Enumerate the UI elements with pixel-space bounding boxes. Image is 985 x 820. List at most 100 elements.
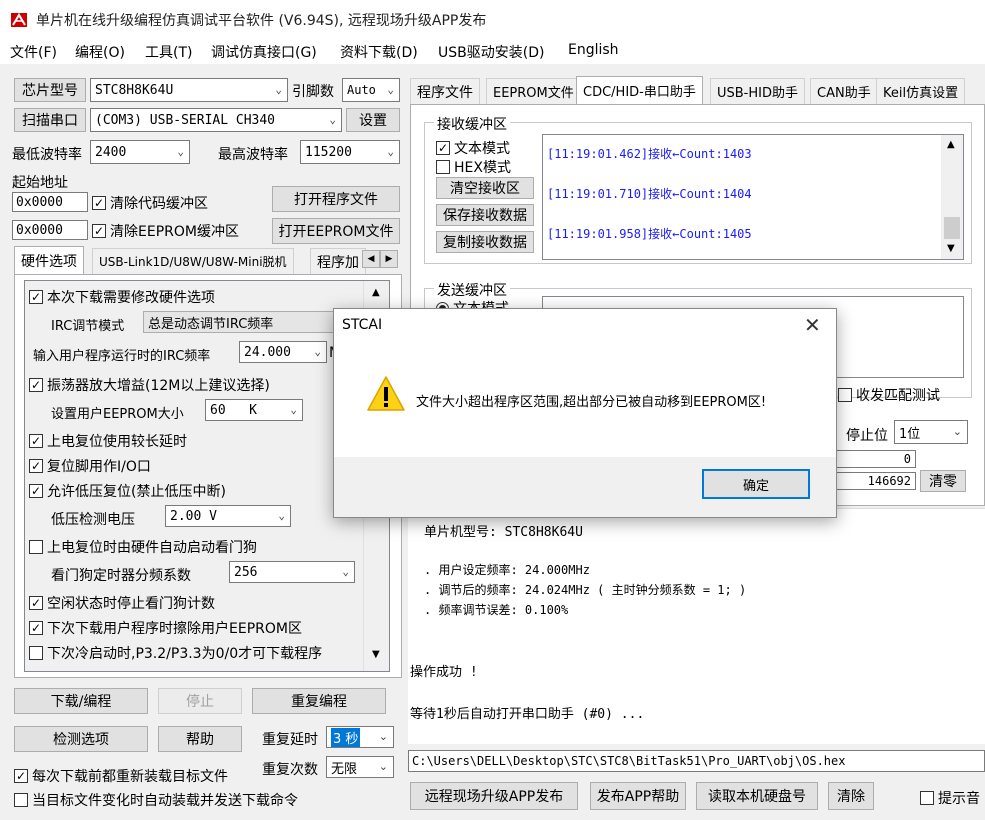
- receive-buffer-title: 接收缓冲区: [434, 114, 510, 134]
- low-volt-select[interactable]: 2.00 V ⌄: [165, 505, 291, 527]
- stop-bit-label: 停止位: [846, 428, 888, 444]
- receive-scrollbar[interactable]: ▲ ▼: [941, 135, 963, 259]
- menu-program[interactable]: 编程(O): [75, 42, 125, 62]
- tab-scroll-right-button[interactable]: ▶: [380, 250, 398, 268]
- tab-keil-settings[interactable]: Keil仿真设置: [876, 78, 966, 104]
- tab-eeprom-file[interactable]: EEPROM文件: [486, 78, 581, 104]
- checkbox-empty-icon: [29, 540, 43, 554]
- port-value: (COM3) USB-SERIAL CH340: [95, 112, 276, 128]
- low-volt-reset-checkbox[interactable]: ✓ 允许低压复位(禁止低压中断): [29, 481, 226, 501]
- clear-eeprom-buffer-checkbox[interactable]: ✓ 清除EEPROM缓冲区: [92, 221, 239, 241]
- auto-reload-checkbox[interactable]: 当目标文件变化时自动装载并发送下载命令: [14, 790, 298, 810]
- download-program-button[interactable]: 下载/编程: [14, 688, 148, 714]
- scroll-up-icon[interactable]: ▲: [372, 287, 380, 298]
- left-tab-strip: 硬件选项 USB-Link1D/U8W/U8W-Mini脱机 程序加 ◀ ▶: [14, 246, 402, 274]
- eeprom-size-select[interactable]: 60 K ⌄: [205, 399, 303, 421]
- scroll-down-icon[interactable]: ▼: [947, 243, 955, 254]
- tab-program-file[interactable]: 程序文件: [410, 78, 480, 104]
- tab-cdc-hid-serial[interactable]: CDC/HID-串口助手: [576, 76, 703, 104]
- read-disk-id-button[interactable]: 读取本机硬盘号: [696, 782, 818, 810]
- irc-freq-select[interactable]: 24.000 ⌄: [239, 341, 327, 363]
- send-counter-field: 0: [836, 450, 916, 468]
- beep-checkbox[interactable]: 提示音: [920, 788, 980, 808]
- code-start-address-input[interactable]: 0x0000: [12, 192, 88, 212]
- send-counter-value: 0: [903, 452, 911, 466]
- menu-download[interactable]: 资料下载(D): [340, 42, 418, 62]
- scroll-up-icon[interactable]: ▲: [947, 139, 955, 150]
- right-tab-strip: 程序文件 EEPROM文件 CDC/HID-串口助手 USB-HID助手 CAN…: [410, 76, 985, 104]
- port-select[interactable]: (COM3) USB-SERIAL CH340 ⌄: [90, 108, 342, 132]
- power-delay-checkbox[interactable]: ✓ 上电复位使用较长延时: [29, 431, 187, 451]
- max-baud-select[interactable]: 115200 ⌄: [300, 140, 400, 164]
- remote-upgrade-button[interactable]: 远程现场升级APP发布: [410, 782, 578, 810]
- tab-hardware-options[interactable]: 硬件选项: [14, 246, 84, 274]
- clear-button[interactable]: 清除: [828, 782, 874, 810]
- detect-options-button[interactable]: 检测选项: [14, 726, 148, 752]
- eeprom-start-address-input[interactable]: 0x0000: [12, 220, 88, 240]
- irc-mode-select[interactable]: 总是动态调节IRC频率: [143, 311, 343, 333]
- scroll-thumb[interactable]: [944, 217, 960, 239]
- match-test-checkbox[interactable]: 收发匹配测试: [838, 385, 940, 405]
- chip-type-select[interactable]: STC8H8K64U ⌄: [90, 78, 288, 102]
- pin-count-select[interactable]: Auto ⌄: [342, 78, 400, 102]
- help-button[interactable]: 帮助: [158, 726, 242, 752]
- menu-debug[interactable]: 调试仿真接口(G): [211, 42, 317, 62]
- repeat-delay-select[interactable]: 3 秒 ⌄: [326, 726, 394, 748]
- min-baud-select[interactable]: 2400 ⌄: [90, 140, 190, 164]
- scroll-down-icon[interactable]: ▼: [372, 649, 380, 660]
- max-baud-label: 最高波特率: [218, 147, 288, 163]
- ok-button[interactable]: 确定: [702, 469, 810, 499]
- max-baud-value: 115200: [305, 144, 352, 160]
- idle-stop-wdt-checkbox[interactable]: ✓ 空闲状态时停止看门狗计数: [29, 593, 215, 613]
- reset-io-checkbox[interactable]: ✓ 复位脚用作I/O口: [29, 456, 151, 476]
- log-freq-error: . 频率调节误差: 0.100%: [424, 603, 569, 617]
- log-adjusted-freq: . 调节后的频率: 24.024MHz ( 主时钟分频系数 = 1; ): [424, 583, 747, 597]
- osc-gain-checkbox[interactable]: ✓ 振荡器放大增益(12M以上建议选择): [29, 375, 270, 395]
- tab-scroll-left-button[interactable]: ◀: [362, 250, 380, 268]
- open-eeprom-file-button[interactable]: 打开EEPROM文件: [272, 218, 400, 244]
- scan-port-button[interactable]: 扫描串口: [14, 108, 86, 132]
- clear-receive-button[interactable]: 清空接收区: [436, 177, 534, 199]
- log-output: 单片机型号: STC8H8K64U . 用户设定频率: 24.000MHz . …: [408, 508, 985, 744]
- repeat-count-select[interactable]: 无限 ⌄: [326, 756, 394, 778]
- wdt-div-select[interactable]: 256 ⌄: [229, 561, 355, 583]
- receive-textarea[interactable]: [11:19:01.462]接收←Count:1403 [11:19:01.71…: [542, 134, 964, 260]
- receive-counter-value: 146692: [867, 474, 911, 488]
- copy-receive-button[interactable]: 复制接收数据: [436, 231, 534, 253]
- file-path-field[interactable]: C:\Users\DELL\Desktop\STC\STC8\BitTask51…: [408, 750, 985, 772]
- reload-each-checkbox[interactable]: ✓ 每次下载前都重新装载目标文件: [14, 766, 228, 786]
- checkbox-empty-icon: [29, 646, 43, 660]
- settings-button[interactable]: 设置: [346, 108, 400, 132]
- tab-usb-link[interactable]: USB-Link1D/U8W/U8W-Mini脱机: [92, 248, 294, 274]
- low-volt-value: 2.00 V: [170, 508, 217, 524]
- menu-file[interactable]: 文件(F): [10, 42, 57, 62]
- tab-can[interactable]: CAN助手: [810, 78, 878, 104]
- chip-type-button[interactable]: 芯片型号: [14, 78, 86, 102]
- reload-each-label: 每次下载前都重新装载目标文件: [32, 769, 228, 785]
- open-program-file-button[interactable]: 打开程序文件: [272, 186, 400, 212]
- tab-usb-hid[interactable]: USB-HID助手: [710, 78, 805, 104]
- app-help-button[interactable]: 发布APP帮助: [590, 782, 686, 810]
- log-wait: 等待1秒后自动打开串口助手 (#0) ...: [410, 707, 645, 722]
- stop-bit-select[interactable]: 1位 ⌄: [894, 420, 968, 444]
- clear-count-button[interactable]: 清零: [920, 470, 966, 492]
- menu-usb-driver[interactable]: USB驱动安装(D): [438, 42, 544, 62]
- erase-eeprom-checkbox[interactable]: ✓ 下次下载用户程序时擦除用户EEPROM区: [29, 618, 302, 638]
- tab-program-add[interactable]: 程序加: [310, 248, 366, 274]
- stop-button[interactable]: 停止: [158, 688, 242, 714]
- chevron-down-icon: ⌄: [278, 508, 285, 522]
- close-icon[interactable]: ✕: [804, 313, 821, 337]
- save-receive-button[interactable]: 保存接收数据: [436, 204, 534, 226]
- wdt-auto-checkbox[interactable]: 上电复位时由硬件自动启动看门狗: [29, 537, 257, 557]
- repeat-program-button[interactable]: 重复编程: [252, 688, 386, 714]
- menu-tools[interactable]: 工具(T): [145, 42, 192, 62]
- menu-english[interactable]: English: [568, 42, 619, 58]
- idle-stop-wdt-label: 空闲状态时停止看门狗计数: [47, 596, 215, 612]
- clear-code-buffer-checkbox[interactable]: ✓ 清除代码缓冲区: [92, 193, 208, 213]
- modify-hw-options-checkbox[interactable]: ✓ 本次下载需要修改硬件选项: [29, 287, 215, 307]
- text-mode-checkbox[interactable]: ✓ 文本模式: [436, 138, 510, 158]
- log-user-freq: . 用户设定频率: 24.000MHz: [424, 563, 590, 577]
- hex-mode-checkbox[interactable]: HEX模式: [436, 157, 511, 177]
- checkmark-icon: ✓: [29, 621, 43, 635]
- p32-p33-checkbox[interactable]: 下次冷启动时,P3.2/P3.3为0/0才可下载程序: [29, 643, 322, 663]
